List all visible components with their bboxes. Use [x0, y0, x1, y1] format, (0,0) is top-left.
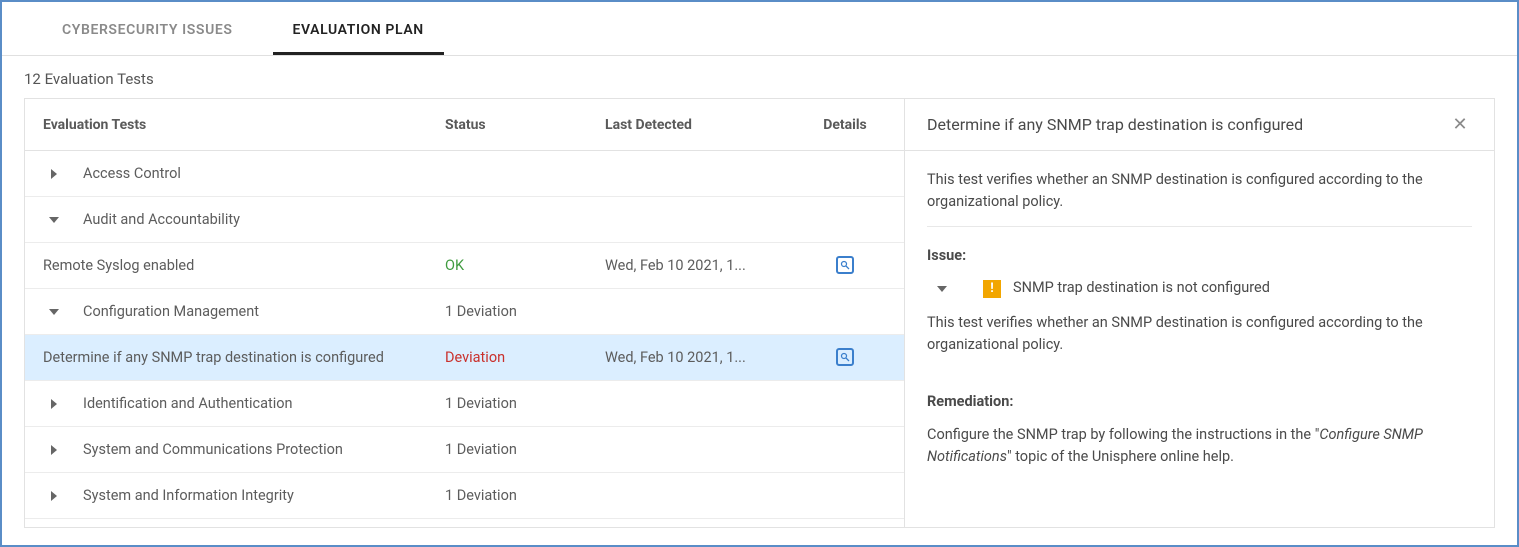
group-configuration-management[interactable]: Configuration Management 1 Deviation — [25, 289, 904, 335]
group-status: 1 Deviation — [445, 487, 605, 504]
tab-cybersecurity-issues[interactable]: CYBERSECURITY ISSUES — [42, 8, 253, 55]
evaluation-table: Evaluation Tests Status Last Detected De… — [25, 99, 905, 527]
chevron-right-icon — [43, 491, 65, 501]
column-header-details[interactable]: Details — [795, 117, 895, 133]
test-remote-syslog[interactable]: Remote Syslog enabled OK Wed, Feb 10 202… — [25, 243, 904, 289]
column-header-status[interactable]: Status — [445, 117, 605, 133]
chevron-down-icon — [931, 284, 953, 294]
remediation-label: Remediation: — [927, 391, 1472, 413]
chevron-down-icon — [43, 215, 65, 225]
tab-evaluation-plan[interactable]: EVALUATION PLAN — [273, 8, 444, 55]
group-label: System and Communications Protection — [83, 441, 343, 458]
details-panel: Determine if any SNMP trap destination i… — [905, 99, 1494, 527]
status-deviation: Deviation — [445, 349, 605, 366]
group-status: 1 Deviation — [445, 395, 605, 412]
view-details-icon[interactable] — [836, 256, 854, 274]
group-label: Configuration Management — [83, 303, 259, 320]
status-ok: OK — [445, 257, 605, 274]
group-status: 1 Deviation — [445, 303, 605, 320]
group-audit-accountability[interactable]: Audit and Accountability — [25, 197, 904, 243]
column-header-name[interactable]: Evaluation Tests — [25, 117, 445, 133]
issue-label: Issue: — [927, 245, 1472, 267]
test-snmp-trap-destination[interactable]: Determine if any SNMP trap destination i… — [25, 335, 904, 381]
chevron-right-icon — [43, 399, 65, 409]
remediation-text: Configure the SNMP trap by following the… — [927, 424, 1472, 469]
group-system-communications-protection[interactable]: System and Communications Protection 1 D… — [25, 427, 904, 473]
group-label: Access Control — [83, 165, 181, 182]
group-system-information-integrity[interactable]: System and Information Integrity 1 Devia… — [25, 473, 904, 519]
chevron-down-icon — [43, 307, 65, 317]
evaluation-count-label: 12 Evaluation Tests — [2, 56, 1517, 98]
group-identification-authentication[interactable]: Identification and Authentication 1 Devi… — [25, 381, 904, 427]
issue-description: This test verifies whether an SNMP desti… — [927, 312, 1472, 357]
table-header: Evaluation Tests Status Last Detected De… — [25, 99, 904, 151]
details-description: This test verifies whether an SNMP desti… — [927, 169, 1472, 214]
issue-title: SNMP trap destination is not configured — [1013, 277, 1270, 299]
tab-bar: CYBERSECURITY ISSUES EVALUATION PLAN — [2, 8, 1517, 56]
details-title: Determine if any SNMP trap destination i… — [927, 115, 1303, 134]
test-label: Remote Syslog enabled — [43, 257, 194, 274]
last-detected: Wed, Feb 10 2021, 1... — [605, 349, 795, 366]
group-access-control[interactable]: Access Control — [25, 151, 904, 197]
issue-item[interactable]: ! SNMP trap destination is not configure… — [931, 277, 1472, 299]
group-label: System and Information Integrity — [83, 487, 294, 504]
view-details-icon[interactable] — [836, 348, 854, 366]
group-label: Identification and Authentication — [83, 395, 293, 412]
chevron-right-icon — [43, 445, 65, 455]
chevron-right-icon — [43, 169, 65, 179]
test-label: Determine if any SNMP trap destination i… — [43, 349, 384, 366]
content-area: Evaluation Tests Status Last Detected De… — [24, 98, 1495, 528]
group-status: 1 Deviation — [445, 441, 605, 458]
group-label: Audit and Accountability — [83, 211, 240, 228]
column-header-last-detected[interactable]: Last Detected — [605, 117, 795, 133]
last-detected: Wed, Feb 10 2021, 1... — [605, 257, 795, 274]
warning-icon: ! — [983, 280, 1001, 298]
close-icon[interactable]: ✕ — [1448, 114, 1472, 135]
